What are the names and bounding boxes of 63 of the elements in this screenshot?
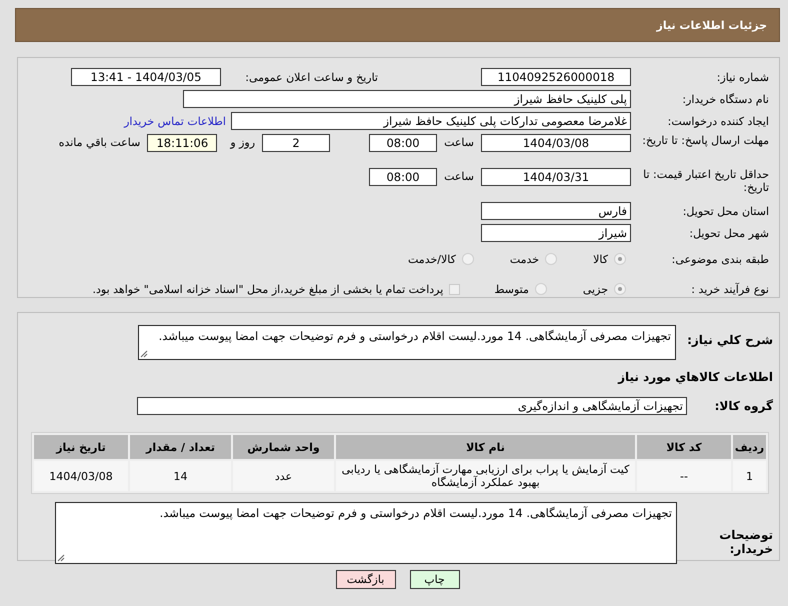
days-field: 2 [262, 134, 330, 152]
field-label: نوع فرآیند خرید : [690, 282, 770, 296]
column-header: واحد شمارش [233, 435, 334, 459]
time-label: ساعت [443, 135, 475, 151]
time-label: ساعت [443, 169, 475, 185]
table-cell: -- [637, 461, 731, 491]
column-header: نام کالا [336, 435, 635, 459]
province-field: فارس [481, 202, 631, 220]
date-field: 1404/03/31 [481, 168, 631, 186]
column-header: کد کالا [637, 435, 731, 459]
remaining-time-field: 18:11:06 [147, 134, 218, 152]
resize-grip-icon [57, 554, 65, 562]
resize-grip-icon [140, 350, 148, 358]
field-label: شماره نیاز: [716, 70, 770, 84]
time-field: 08:00 [369, 134, 438, 152]
radio-label: جزیی [582, 282, 608, 296]
buyer-contact-link[interactable]: اطلاعات تماس خریدار [124, 114, 226, 128]
checkbox-label: پرداخت تمام یا بخشی از مبلغ خرید،از محل "اسناد خزانه اسلامی" خواهد بود. [92, 282, 444, 296]
goods-group-field: تجهیزات آزمایشگاهی و اندازه‌گیری [137, 397, 687, 415]
remaining-label: ساعت باقي مانده [58, 135, 142, 151]
print-button[interactable]: چاپ [410, 570, 460, 589]
radio-label: خدمت [510, 252, 540, 266]
field-label: شرح کلي نياز: [686, 332, 773, 347]
column-header: رديف [733, 435, 766, 459]
field-label: شهر محل تحویل: [688, 226, 770, 240]
radio-label: متوسط [494, 282, 529, 296]
radio-button[interactable] [614, 283, 626, 295]
need-number-field: 1104092526000018 [481, 68, 631, 86]
radio-button[interactable] [534, 283, 547, 295]
buyer-org-field: پلی کلینیک حافظ شیراز [183, 90, 631, 108]
announce-date-field: 1404/03/05 - 13:41 [71, 68, 221, 86]
field-label: طبقه بندی موضوعی: [670, 252, 770, 266]
table-cell: عدد [233, 461, 334, 491]
date-field: 1404/03/08 [481, 134, 631, 152]
radio-button[interactable] [614, 253, 626, 265]
table-cell: 1 [733, 461, 766, 491]
field-label: مهلت ارسال پاسخ: تا تاریخ: [641, 134, 770, 147]
field-label: نام دستگاه خریدار: [681, 92, 770, 106]
field-label: حداقل تاریخ اعتبار قیمت: تا تاریخ: [642, 168, 770, 194]
notes-text: تجهیزات مصرفی آزمایشگاهی. 14 مورد.لیست اقلام درخواستی و فرم توضیحات جهت امضا پیوست میباشد. [160, 506, 672, 520]
section-heading: اطلاعات کالاهاي مورد نياز [616, 370, 773, 386]
back-button[interactable]: بازگشت [336, 570, 396, 589]
days-label: روز و [228, 135, 256, 151]
field-label: توضیحات خریدار: [718, 527, 773, 556]
checkbox[interactable] [449, 284, 460, 294]
field-label: ایجاد کننده درخواست: [666, 114, 770, 128]
table-cell: کیت آزمایش یا پراب برای ارزیابی مهارت آزمایشگاهی یا ردیابی بهبود عملکرد آزمایشگاه [336, 461, 635, 491]
radio-button[interactable] [462, 253, 474, 265]
table-cell: 14 [130, 461, 231, 491]
radio-label: کالا [593, 252, 608, 266]
summary-text: تجهیزات مصرفی آزمایشگاهی. 14 مورد.لیست اقلام درخواستی و فرم توضیحات جهت امضا پیوست میباشد. [158, 329, 671, 343]
column-header: تاريخ نياز [34, 435, 128, 459]
page-title: جزئیات اطلاعات نیاز [656, 18, 767, 32]
column-header: تعداد / مقدار [130, 435, 231, 459]
radio-label: کالا/خدمت [408, 252, 456, 266]
city-field: شیراز [481, 224, 631, 242]
creator-field: غلامرضا معصومی تدارکات پلی کلینیک حافظ شیراز [231, 112, 631, 130]
time-field: 08:00 [369, 168, 438, 186]
field-label: تاریخ و ساعت اعلان عمومی: [244, 70, 378, 84]
table-cell: 1404/03/08 [34, 461, 128, 491]
radio-button[interactable] [545, 253, 558, 265]
field-label: استان محل تحویل: [682, 204, 770, 218]
field-label: گروه کالا: [714, 399, 773, 413]
